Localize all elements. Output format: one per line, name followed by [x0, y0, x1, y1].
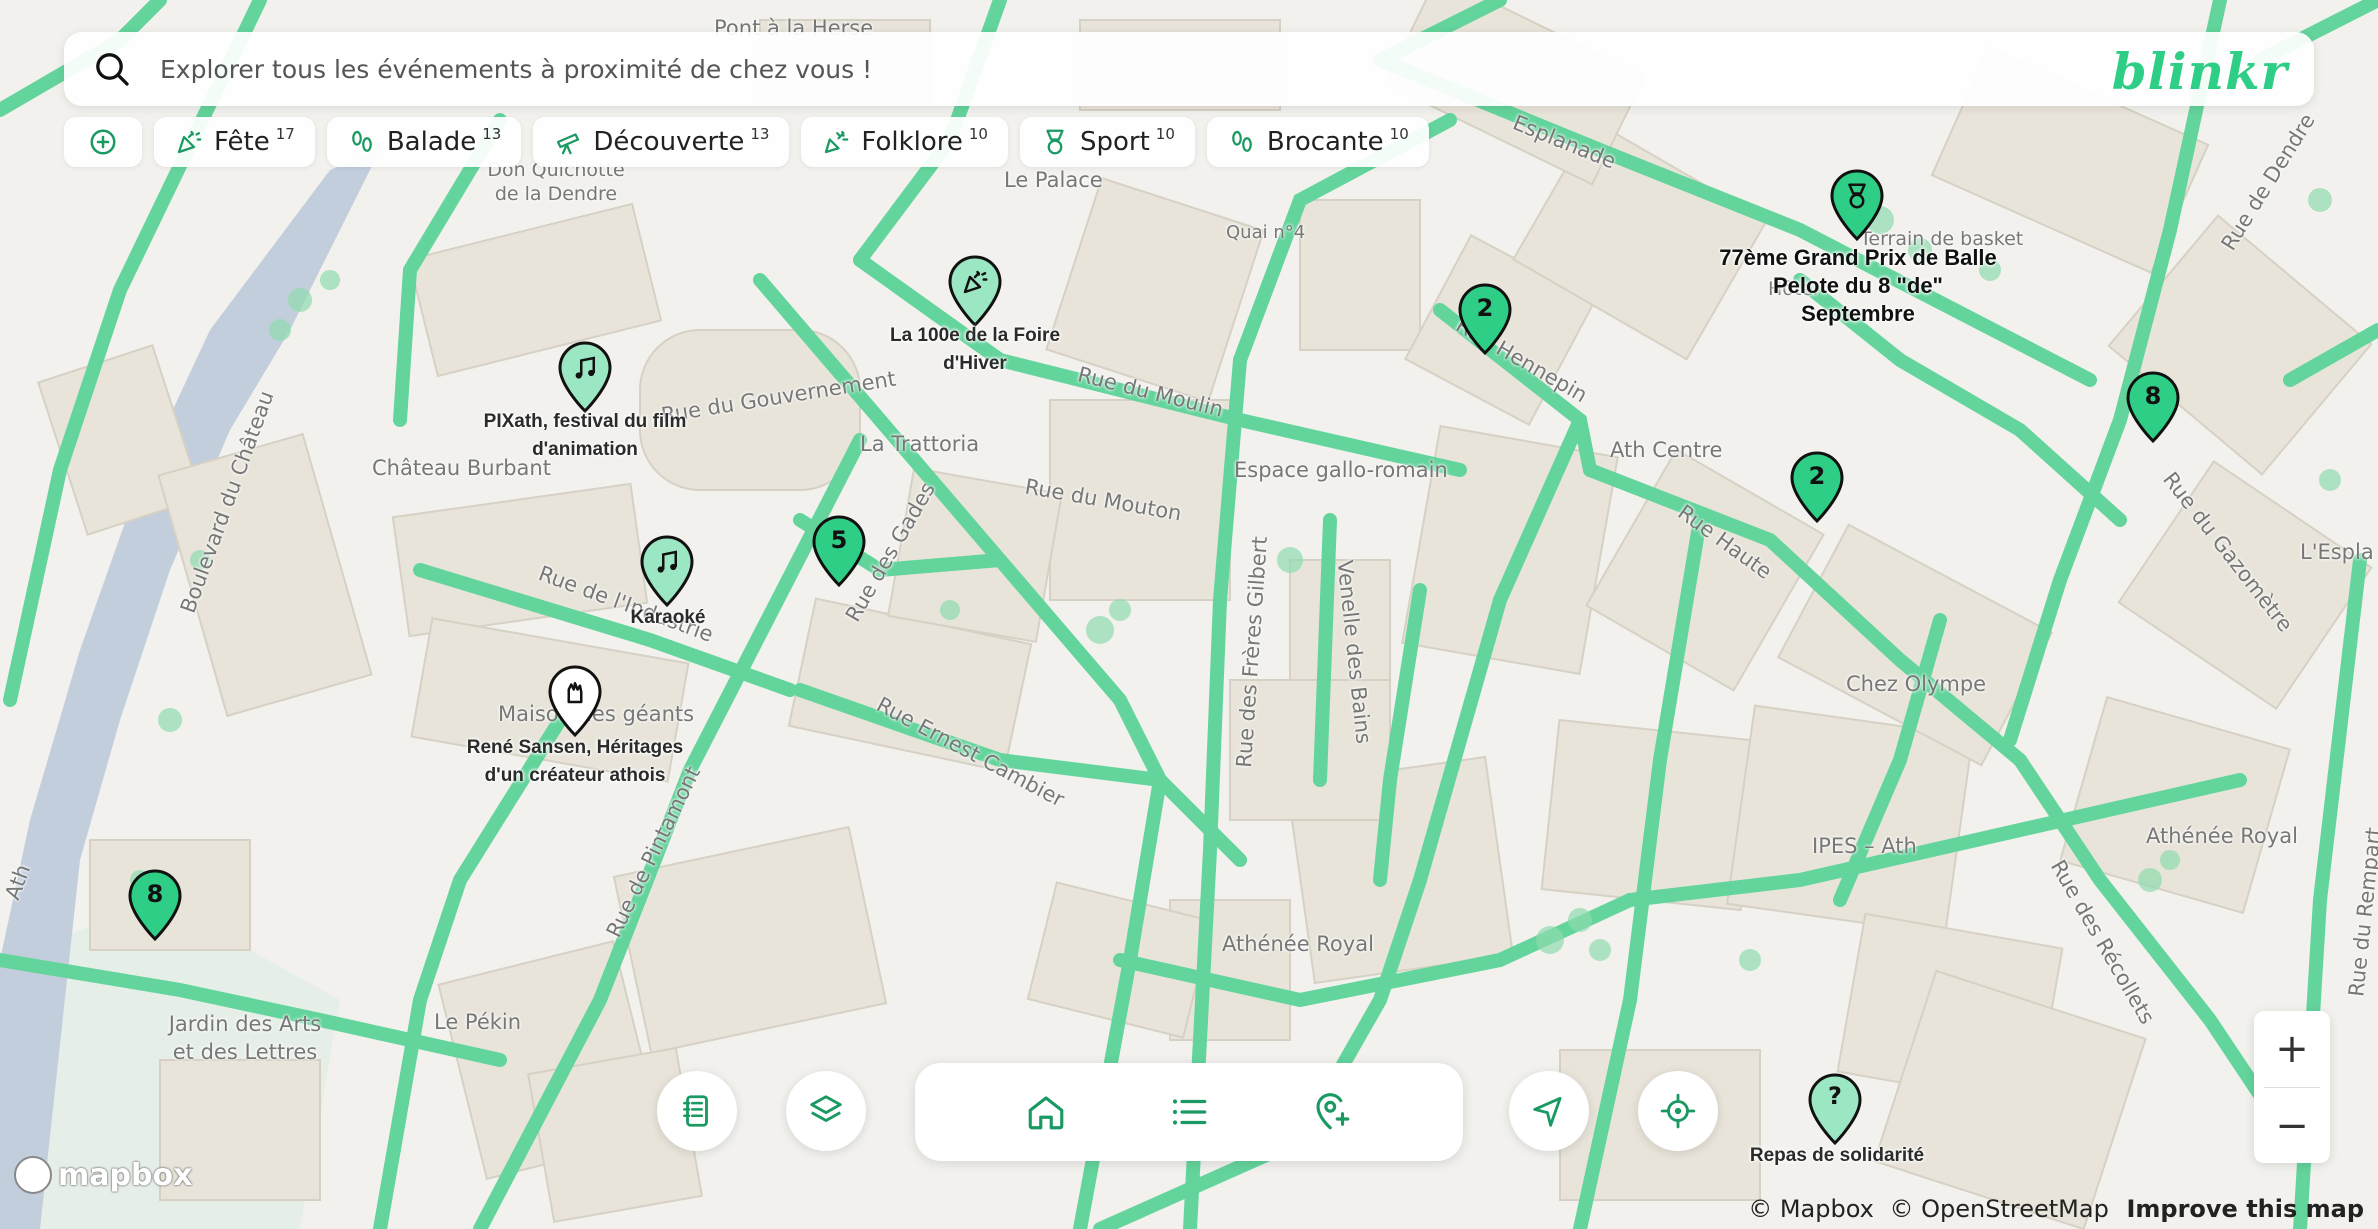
- map-label: Ath Centre: [1610, 438, 1723, 462]
- map-label: Athénée Royal: [2146, 824, 2298, 848]
- zoom-control: + −: [2254, 1011, 2330, 1163]
- improve-map-link[interactable]: Improve this map: [2126, 1195, 2364, 1223]
- filter-chip-decouverte[interactable]: Découverte 13: [533, 117, 790, 167]
- filter-label: Balade: [386, 127, 477, 157]
- map-label: La Trattoria: [860, 432, 980, 456]
- event-pin-pixath[interactable]: [556, 340, 614, 414]
- map-label: Chez Olympe: [1846, 672, 1987, 696]
- map-label: Le Palace: [1004, 168, 1103, 192]
- add-filter-button[interactable]: [64, 117, 142, 167]
- attribution: © Mapbox © OpenStreetMap Improve this ma…: [1748, 1195, 2364, 1223]
- map-label: Athénée Royal: [1222, 932, 1374, 956]
- attribution-mapbox-link[interactable]: © Mapbox: [1748, 1195, 1874, 1223]
- telescope-icon: [557, 133, 580, 155]
- filter-count: 17: [275, 125, 295, 143]
- cluster-count: 2: [1476, 294, 1494, 322]
- map-label: L'Espla: [2300, 540, 2374, 564]
- map-label: Espace gallo-romain: [1234, 458, 1448, 482]
- locate-me-button[interactable]: [1638, 1071, 1718, 1151]
- search-bar[interactable]: Explorer tous les événements à proximité…: [64, 32, 2314, 106]
- cluster-pin[interactable]: 5: [810, 514, 868, 588]
- filter-count: 13: [482, 125, 502, 143]
- music-icon: [575, 356, 595, 379]
- zoom-in-button[interactable]: +: [2254, 1011, 2330, 1087]
- map-canvas[interactable]: [0, 0, 2378, 1229]
- event-pin-foire[interactable]: [946, 254, 1004, 328]
- cluster-pin[interactable]: 8: [126, 868, 184, 942]
- search-input[interactable]: Explorer tous les événements à proximité…: [160, 55, 872, 84]
- footprints-icon: [351, 130, 372, 152]
- mapbox-logo-icon: [14, 1156, 52, 1194]
- filter-label: Brocante: [1266, 127, 1384, 157]
- event-label[interactable]: La 100e de la Foire d'Hiver: [880, 322, 1070, 378]
- cluster-count: 8: [146, 880, 164, 908]
- cluster-count: 8: [2144, 382, 2162, 410]
- event-label[interactable]: 77ème Grand Prix de Balle Pelote du 8 "d…: [1718, 244, 1998, 328]
- filter-chip-balade[interactable]: Balade 13: [326, 117, 522, 167]
- zoom-out-button[interactable]: −: [2254, 1088, 2330, 1164]
- filter-count: 10: [1389, 125, 1409, 143]
- event-label[interactable]: Repas de solidarité: [1730, 1142, 1944, 1170]
- cluster-pin[interactable]: 2: [1788, 450, 1846, 524]
- search-icon: [96, 53, 129, 86]
- medal-icon: [1046, 129, 1064, 155]
- footprints-icon: [1232, 130, 1252, 152]
- question-icon: ?: [1828, 1082, 1842, 1110]
- filter-chip-brocante[interactable]: Brocante 10: [1206, 117, 1429, 167]
- event-pin-sansen[interactable]: [546, 664, 604, 738]
- filter-count: 10: [968, 125, 988, 143]
- cluster-pin[interactable]: 8: [2124, 370, 2182, 444]
- mapbox-logo-text: mapbox: [58, 1157, 193, 1193]
- filter-label: Découverte: [593, 127, 745, 157]
- event-label[interactable]: PIXath, festival du film d'animation: [470, 408, 700, 464]
- filter-count: 13: [750, 125, 770, 143]
- cluster-pin[interactable]: 2: [1456, 282, 1514, 356]
- calendar-button[interactable]: [657, 1071, 737, 1151]
- map-label: IPES – Ath: [1812, 834, 1917, 858]
- glove-icon: [567, 682, 583, 704]
- filter-chip-sport[interactable]: Sport 10: [1019, 117, 1195, 167]
- layers-button[interactable]: [786, 1071, 866, 1151]
- bottom-navbar: [915, 1063, 1463, 1161]
- filter-count: 10: [1155, 125, 1175, 143]
- filter-chip-folklore[interactable]: Folklore 10: [801, 117, 1008, 167]
- medal-icon: [1848, 183, 1866, 209]
- crosshair-icon: [1660, 1093, 1696, 1129]
- music-icon: [657, 550, 677, 573]
- home-icon[interactable]: [1025, 1091, 1067, 1133]
- attribution-osm-link[interactable]: © OpenStreetMap: [1890, 1195, 2109, 1223]
- cluster-count: 5: [830, 526, 848, 554]
- layers-icon: [810, 1095, 842, 1122]
- filter-label: Fête: [214, 127, 270, 157]
- navigate-button[interactable]: [1509, 1071, 1589, 1151]
- map-label: Quai n°4: [1226, 222, 1306, 243]
- event-label[interactable]: René Sansen, Héritages d'un créateur ath…: [460, 734, 690, 790]
- map-label: Le Pékin: [434, 1010, 522, 1034]
- filter-chips: Fête 17 Balade 13 Découverte 13 Folklore…: [64, 117, 1429, 167]
- list-icon[interactable]: [1168, 1091, 1210, 1133]
- party-popper-icon: [963, 270, 988, 294]
- mapbox-logo[interactable]: mapbox: [14, 1156, 192, 1194]
- navigation-arrow-icon: [1533, 1096, 1562, 1127]
- filter-label: Folklore: [861, 127, 963, 157]
- map-label: Jardin des Arts et des Lettres: [168, 1012, 322, 1064]
- cluster-count: 2: [1808, 462, 1826, 490]
- filter-chip-fete[interactable]: Fête 17: [154, 117, 315, 167]
- confetti-icon: [825, 130, 849, 154]
- event-pin-karaoke[interactable]: [638, 534, 696, 608]
- event-pin-grand-prix[interactable]: [1828, 168, 1886, 242]
- party-popper-icon: [177, 130, 202, 154]
- filter-label: Sport: [1079, 127, 1150, 157]
- add-location-icon[interactable]: [1311, 1091, 1353, 1133]
- event-label[interactable]: Karaoké: [588, 604, 748, 632]
- event-pin-repas[interactable]: ?: [1806, 1072, 1864, 1146]
- plus-circle-icon: [90, 129, 116, 155]
- calendar-icon: [683, 1095, 708, 1127]
- brand-logo[interactable]: blinkr: [2112, 42, 2288, 101]
